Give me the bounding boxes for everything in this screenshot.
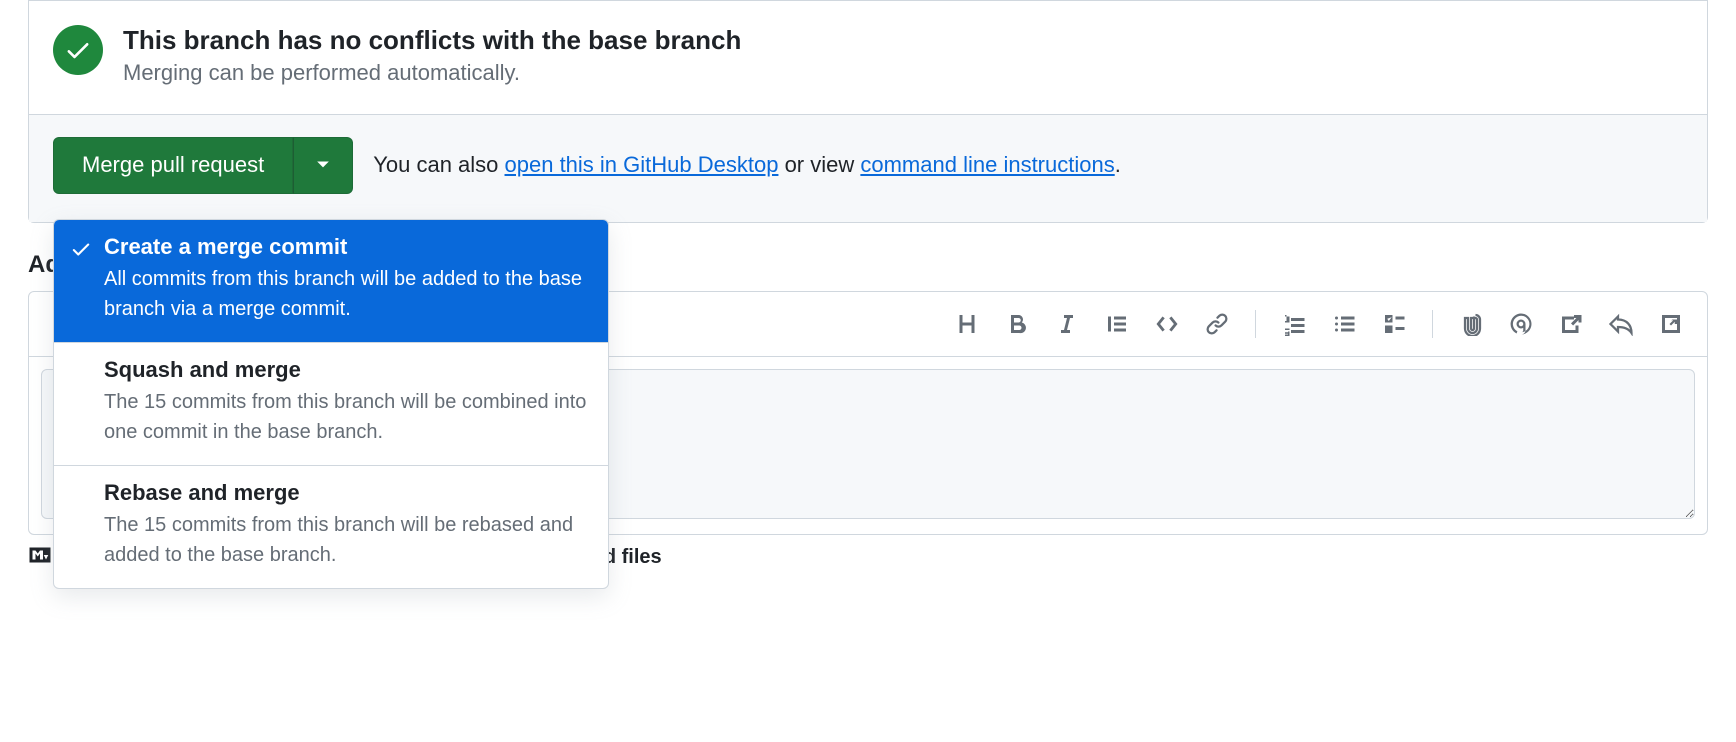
merge-actions-row: Merge pull request Create a merge commit… — [29, 114, 1707, 222]
merge-strategy-dropdown-button[interactable] — [293, 137, 353, 194]
merge-panel: This branch has no conflicts with the ba… — [28, 0, 1708, 223]
merge-hint-text: You can also open this in GitHub Desktop… — [373, 152, 1121, 178]
merge-status-row: This branch has no conflicts with the ba… — [29, 1, 1707, 114]
code-icon[interactable] — [1145, 302, 1189, 346]
merge-button-group: Merge pull request Create a merge commit… — [53, 137, 353, 194]
merge-option-desc: The 15 commits from this branch will be … — [104, 510, 588, 570]
open-github-desktop-link[interactable]: open this in GitHub Desktop — [505, 152, 779, 177]
link-icon[interactable] — [1195, 302, 1239, 346]
quote-icon[interactable] — [1095, 302, 1139, 346]
ordered-list-icon[interactable] — [1272, 302, 1316, 346]
heading-icon[interactable] — [945, 302, 989, 346]
attachment-icon[interactable] — [1449, 302, 1493, 346]
mention-icon[interactable] — [1499, 302, 1543, 346]
check-icon — [70, 238, 92, 263]
merge-option-create-merge-commit[interactable]: Create a merge commit All commits from t… — [54, 220, 608, 342]
merge-option-desc: All commits from this branch will be add… — [104, 264, 588, 324]
merge-option-rebase-and-merge[interactable]: Rebase and merge The 15 commits from thi… — [54, 465, 608, 588]
merge-status-text: This branch has no conflicts with the ba… — [123, 25, 741, 86]
success-check-icon — [53, 25, 103, 75]
merge-pull-request-button[interactable]: Merge pull request — [53, 137, 293, 194]
toolbar-divider — [1255, 310, 1256, 338]
merge-strategy-dropdown: Create a merge commit All commits from t… — [53, 219, 609, 589]
cross-reference-icon[interactable] — [1549, 302, 1593, 346]
merge-status-title: This branch has no conflicts with the ba… — [123, 25, 741, 56]
toolbar-divider — [1432, 310, 1433, 338]
merge-status-subtitle: Merging can be performed automatically. — [123, 60, 741, 86]
task-list-icon[interactable] — [1372, 302, 1416, 346]
markdown-icon — [28, 543, 52, 573]
merge-option-squash-and-merge[interactable]: Squash and merge The 15 commits from thi… — [54, 342, 608, 465]
italic-icon[interactable] — [1045, 302, 1089, 346]
merge-option-title: Rebase and merge — [104, 480, 588, 506]
merge-option-desc: The 15 commits from this branch will be … — [104, 387, 588, 447]
command-line-instructions-link[interactable]: command line instructions — [860, 152, 1114, 177]
bold-icon[interactable] — [995, 302, 1039, 346]
reply-icon[interactable] — [1599, 302, 1643, 346]
merge-option-title: Create a merge commit — [104, 234, 588, 260]
unordered-list-icon[interactable] — [1322, 302, 1366, 346]
caret-down-icon — [316, 158, 330, 173]
merge-option-title: Squash and merge — [104, 357, 588, 383]
expand-icon[interactable] — [1649, 302, 1693, 346]
